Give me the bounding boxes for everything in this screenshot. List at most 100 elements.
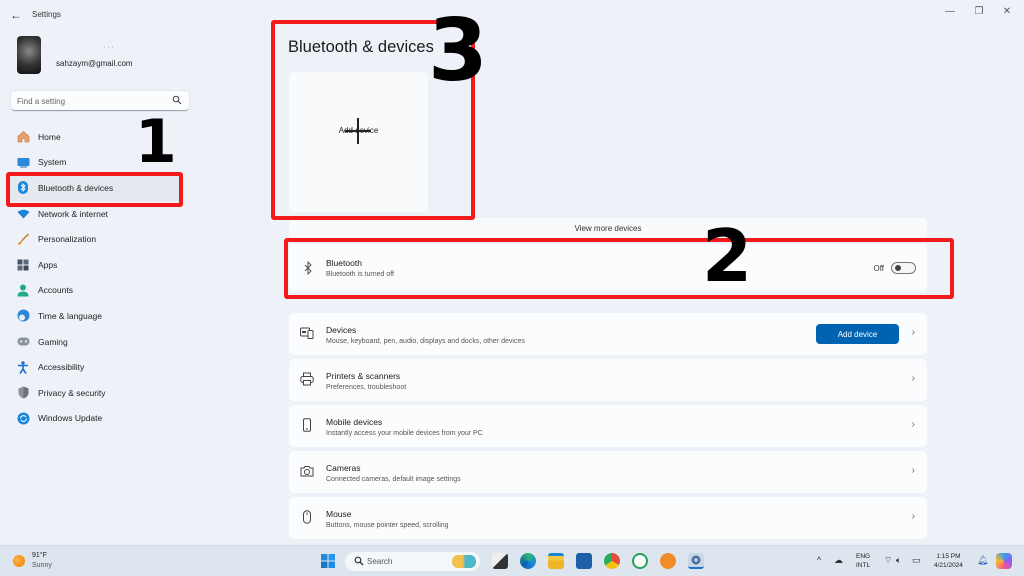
annotation-box-2 bbox=[284, 238, 954, 299]
card-subtitle: Mouse, keyboard, pen, audio, displays an… bbox=[326, 338, 525, 345]
globe-clock-icon bbox=[16, 309, 30, 323]
app-title: Settings bbox=[32, 10, 61, 19]
chevron-right-icon: › bbox=[911, 511, 915, 522]
sidebar-item-label: Home bbox=[38, 131, 61, 142]
clock-time: 1:15 PM bbox=[936, 553, 961, 560]
card-subtitle: Instantly access your mobile devices fro… bbox=[326, 430, 483, 437]
sidebar-item-personalization[interactable]: Personalization bbox=[7, 226, 182, 252]
taskbar: 91°F Sunny Search ^ ☁ ENG INTL ⌔ 🔈︎ ▭ 1:… bbox=[0, 545, 1024, 576]
sidebar-item-apps[interactable]: Apps bbox=[7, 252, 182, 278]
sidebar-item-label: Apps bbox=[38, 259, 58, 270]
sidebar-item-label: Network & internet bbox=[38, 208, 108, 219]
sidebar-item-label: Gaming bbox=[38, 336, 68, 347]
settings-gear-icon[interactable] bbox=[688, 553, 704, 569]
close-button[interactable]: ✕ bbox=[997, 4, 1017, 20]
sidebar-item-label: Time & language bbox=[38, 310, 102, 321]
sidebar-item-accessibility[interactable]: Accessibility bbox=[7, 354, 182, 380]
card-subtitle: Connected cameras, default image setting… bbox=[326, 476, 461, 483]
language-line-2: INTL bbox=[856, 562, 871, 569]
notification-bell-icon[interactable]: 🔔︎ bbox=[977, 555, 988, 566]
shield-icon bbox=[16, 386, 30, 400]
phone-icon bbox=[303, 418, 311, 432]
annotation-number-1: 1 bbox=[135, 107, 177, 177]
annotation-number-2: 2 bbox=[702, 214, 753, 298]
language-line-1: ENG bbox=[856, 553, 871, 560]
card-subtitle: Buttons, mouse pointer speed, scrolling bbox=[326, 522, 449, 529]
printer-icon bbox=[300, 372, 314, 386]
devices-card[interactable]: Devices Mouse, keyboard, pen, audio, dis… bbox=[289, 313, 927, 355]
accessibility-icon bbox=[16, 360, 30, 374]
avatar[interactable] bbox=[17, 36, 41, 74]
store-icon[interactable] bbox=[576, 553, 592, 569]
chevron-right-icon: › bbox=[911, 373, 915, 384]
mouse-icon bbox=[303, 510, 311, 524]
devices-icon bbox=[300, 327, 314, 339]
camera-icon bbox=[300, 466, 314, 477]
sidebar-item-label: Accounts bbox=[38, 285, 73, 296]
search-highlight-icon bbox=[452, 555, 476, 568]
card-title: Mobile devices bbox=[326, 417, 383, 427]
minimize-button[interactable]: — bbox=[940, 4, 960, 20]
wifi-icon bbox=[16, 207, 30, 221]
sidebar-item-privacy-security[interactable]: Privacy & security bbox=[7, 380, 182, 406]
back-button[interactable]: ← bbox=[9, 8, 23, 22]
chevron-right-icon: › bbox=[911, 465, 915, 476]
brush-icon bbox=[16, 232, 30, 246]
profile-email: sahzaym@gmail.com bbox=[56, 59, 133, 68]
search-icon bbox=[172, 95, 182, 105]
onedrive-icon[interactable]: ☁ bbox=[834, 555, 843, 566]
profile-name: · · · bbox=[103, 44, 114, 51]
home-icon bbox=[16, 130, 30, 144]
mobile-devices-card[interactable]: Mobile devices Instantly access your mob… bbox=[289, 405, 927, 447]
sidebar-item-label: Accessibility bbox=[38, 362, 85, 373]
mouse-card[interactable]: Mouse Buttons, mouse pointer speed, scro… bbox=[289, 497, 927, 539]
language-indicator[interactable]: ENG INTL bbox=[856, 552, 870, 570]
chevron-right-icon: › bbox=[911, 419, 915, 430]
sidebar-item-time-language[interactable]: Time & language bbox=[7, 303, 182, 329]
search-input[interactable] bbox=[17, 94, 167, 108]
clock[interactable]: 1:15 PM 4/21/2024 bbox=[934, 552, 963, 570]
copilot-icon[interactable] bbox=[996, 553, 1012, 569]
taskbar-search-label: Search bbox=[367, 557, 393, 566]
sidebar-item-accounts[interactable]: Accounts bbox=[7, 278, 182, 304]
weather-temp[interactable]: 91°F bbox=[32, 552, 47, 559]
sun-icon[interactable] bbox=[13, 555, 25, 567]
clock-date: 4/21/2024 bbox=[934, 562, 963, 569]
sidebar-item-gaming[interactable]: Gaming bbox=[7, 329, 182, 355]
app-icon[interactable] bbox=[660, 553, 676, 569]
battery-icon[interactable]: ▭ bbox=[912, 555, 921, 566]
gamepad-icon bbox=[16, 335, 30, 349]
sidebar-item-windows-update[interactable]: Windows Update bbox=[7, 406, 182, 432]
card-title: Cameras bbox=[326, 463, 361, 473]
whatsapp-icon[interactable] bbox=[632, 553, 648, 569]
chrome-icon[interactable] bbox=[604, 553, 620, 569]
gear-icon bbox=[691, 555, 701, 565]
wifi-icon[interactable]: ⌔ bbox=[884, 555, 892, 566]
sidebar-item-label: Windows Update bbox=[38, 413, 103, 424]
title-bar: ← Settings — ❐ ✕ bbox=[0, 0, 1024, 30]
volume-icon[interactable]: 🔈︎ bbox=[896, 555, 901, 566]
card-title: Mouse bbox=[326, 509, 352, 519]
edge-icon[interactable] bbox=[520, 553, 536, 569]
taskbar-search[interactable]: Search bbox=[345, 552, 480, 571]
system-icon bbox=[16, 155, 30, 169]
weather-condition[interactable]: Sunny bbox=[32, 562, 52, 569]
add-device-button[interactable]: Add device bbox=[816, 324, 899, 344]
card-title: Devices bbox=[326, 325, 357, 335]
accounts-icon bbox=[16, 283, 30, 297]
file-explorer-icon[interactable] bbox=[548, 553, 564, 569]
sidebar-item-label: Personalization bbox=[38, 234, 97, 245]
annotation-number-3: 3 bbox=[428, 1, 488, 101]
chevron-right-icon: › bbox=[911, 327, 915, 338]
maximize-button[interactable]: ❐ bbox=[969, 4, 989, 20]
task-view-icon[interactable] bbox=[492, 553, 508, 569]
windows-start-icon[interactable] bbox=[320, 553, 336, 569]
apps-icon bbox=[16, 258, 30, 272]
card-subtitle: Preferences, troubleshoot bbox=[326, 384, 407, 391]
update-icon bbox=[16, 411, 30, 425]
printers-scanners-card[interactable]: Printers & scanners Preferences, trouble… bbox=[289, 359, 927, 401]
cameras-card[interactable]: Cameras Connected cameras, default image… bbox=[289, 451, 927, 493]
arrow-left-icon: ← bbox=[10, 8, 22, 22]
sidebar-item-label: Privacy & security bbox=[38, 387, 106, 398]
tray-overflow-chevron[interactable]: ^ bbox=[817, 555, 821, 565]
